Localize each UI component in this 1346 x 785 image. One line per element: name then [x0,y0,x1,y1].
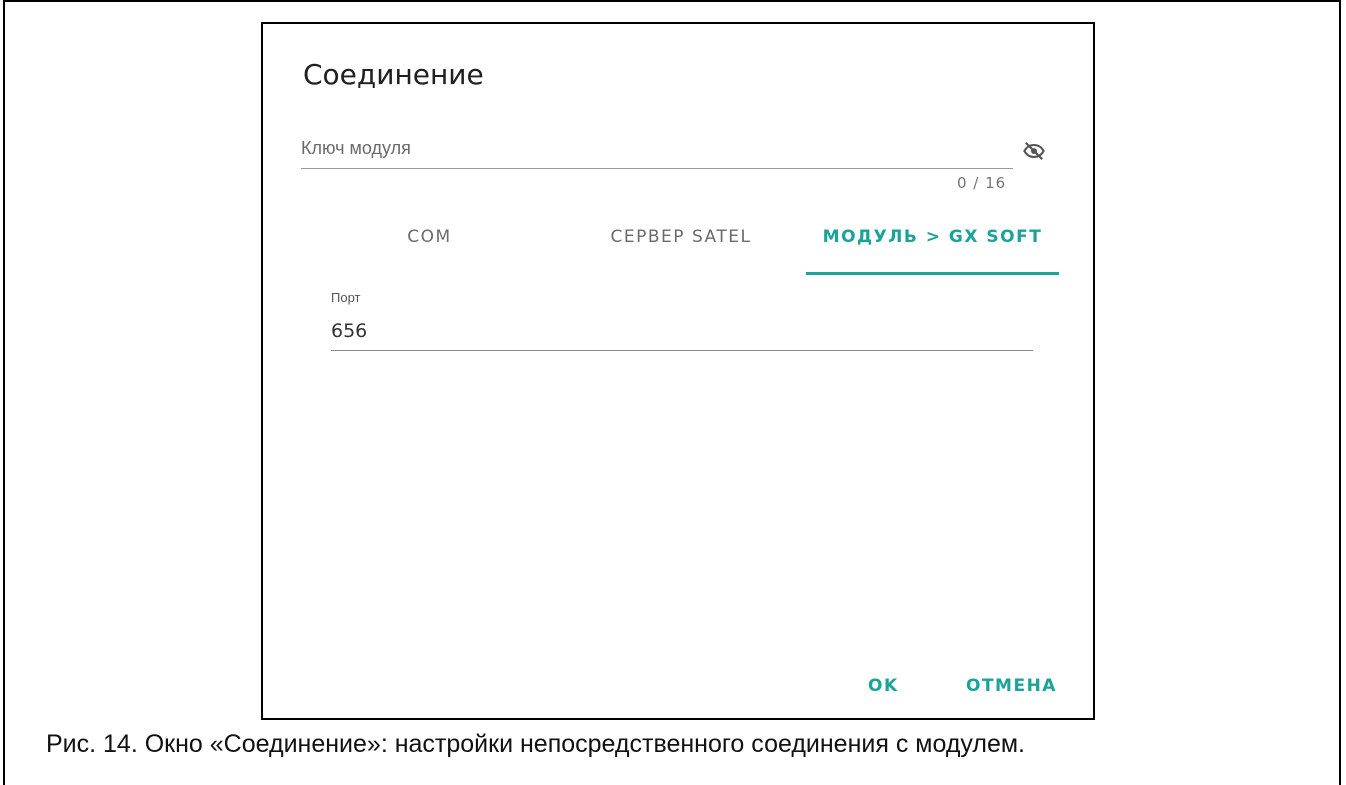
eye-off-icon[interactable] [1021,140,1047,162]
ok-button[interactable]: OK [868,676,899,696]
tab-module-gx-soft[interactable]: МОДУЛЬ > GX SOFT [806,216,1059,276]
dialog-title: Соединение [303,58,484,91]
port-input[interactable] [331,316,1033,351]
module-key-input[interactable] [301,134,1013,169]
port-field[interactable] [331,316,1033,351]
cancel-button[interactable]: ОТМЕНА [966,676,1057,696]
tab-satel-server[interactable]: СЕРВЕР SATEL [556,216,806,276]
key-length-counter: 0 / 16 [957,174,1007,192]
port-label: Порт [331,290,361,305]
figure-caption: Рис. 14. Окно «Соединение»: настройки не… [46,730,1025,758]
connection-dialog: Соединение 0 / 16 COM СЕРВЕР SATEL МОДУЛ… [261,22,1095,720]
active-tab-indicator [806,272,1059,275]
tab-bar: COM СЕРВЕР SATEL МОДУЛЬ > GX SOFT [303,216,1059,276]
module-key-field[interactable] [301,134,1013,169]
tab-com[interactable]: COM [303,216,556,276]
